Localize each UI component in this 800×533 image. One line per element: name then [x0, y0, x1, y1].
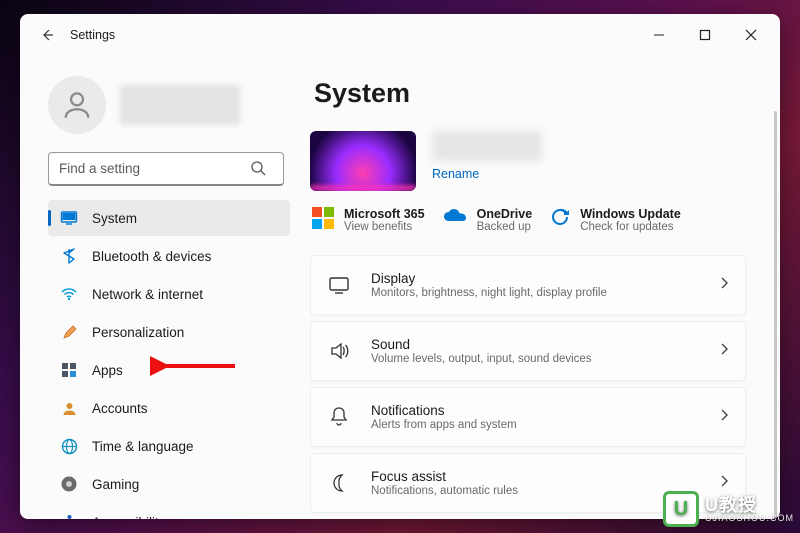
watermark: U教授 UJIAOSHOU.COM	[663, 491, 794, 527]
sidebar-item-label: Bluetooth & devices	[92, 249, 211, 264]
quick-title: Windows Update	[580, 207, 681, 221]
bluetooth-icon	[60, 247, 78, 265]
bell-icon	[325, 406, 353, 428]
sound-icon	[325, 340, 353, 362]
user-avatar	[48, 76, 106, 134]
card-sub: Alerts from apps and system	[371, 419, 701, 431]
sidebar-item-accounts[interactable]: Accounts	[48, 390, 290, 426]
card-title: Notifications	[371, 403, 701, 418]
back-arrow-icon	[39, 27, 55, 43]
chevron-right-icon	[719, 276, 729, 295]
sidebar-item-label: Apps	[92, 363, 123, 378]
card-title: Focus assist	[371, 469, 701, 484]
quick-onedrive[interactable]: OneDriveBacked up	[443, 207, 533, 233]
window-controls	[636, 19, 774, 51]
apps-icon	[60, 361, 78, 379]
search-icon	[250, 160, 266, 181]
card-sub: Notifications, automatic rules	[371, 485, 701, 497]
page-title: System	[314, 78, 746, 109]
quick-sub: Backed up	[477, 221, 533, 233]
chevron-right-icon	[719, 474, 729, 493]
card-sound[interactable]: SoundVolume levels, output, input, sound…	[310, 321, 746, 381]
minimize-icon	[653, 29, 665, 41]
sidebar-item-personalization[interactable]: Personalization	[48, 314, 290, 350]
chevron-right-icon	[719, 342, 729, 361]
sidebar-item-label: System	[92, 211, 137, 226]
quick-microsoft365[interactable]: Microsoft 365View benefits	[312, 207, 425, 233]
scrollbar[interactable]	[774, 111, 777, 519]
globe-icon	[60, 437, 78, 455]
watermark-domain: UJIAOSHOU.COM	[705, 514, 794, 523]
sidebar-item-label: Time & language	[92, 439, 194, 454]
desktop-preview-thumb[interactable]	[310, 131, 416, 191]
accounts-icon	[60, 399, 78, 417]
sidebar-item-system[interactable]: System	[48, 200, 290, 236]
user-row[interactable]	[48, 76, 290, 134]
system-icon	[60, 209, 78, 227]
watermark-logo-icon	[663, 491, 699, 527]
sidebar-item-label: Accounts	[92, 401, 148, 416]
search-input[interactable]	[48, 152, 284, 186]
sidebar-item-label: Personalization	[92, 325, 184, 340]
paintbrush-icon	[60, 323, 78, 341]
search-wrap	[48, 152, 290, 186]
sidebar-item-gaming[interactable]: Gaming	[48, 466, 290, 502]
quick-sub: Check for updates	[580, 221, 681, 233]
moon-icon	[325, 473, 353, 493]
content-area: System Bluetooth & devices Network & int…	[20, 56, 780, 519]
main-panel: System Rename Microsoft 365View benefits	[300, 56, 780, 519]
device-hero: Rename	[310, 131, 746, 191]
minimize-button[interactable]	[636, 19, 682, 51]
close-icon	[745, 29, 757, 41]
sidebar: System Bluetooth & devices Network & int…	[20, 56, 300, 519]
chevron-right-icon	[719, 408, 729, 427]
quick-sub: View benefits	[344, 221, 425, 233]
maximize-icon	[699, 29, 711, 41]
quick-links-row: Microsoft 365View benefits OneDriveBacke…	[312, 207, 746, 233]
sidebar-item-bluetooth[interactable]: Bluetooth & devices	[48, 238, 290, 274]
device-info: Rename	[432, 131, 542, 181]
quick-title: Microsoft 365	[344, 207, 425, 221]
settings-card-list: DisplayMonitors, brightness, night light…	[310, 255, 746, 513]
card-title: Display	[371, 271, 701, 286]
sidebar-item-apps[interactable]: Apps	[48, 352, 290, 388]
sidebar-item-label: Gaming	[92, 477, 139, 492]
window-title: Settings	[70, 28, 115, 42]
close-button[interactable]	[728, 19, 774, 51]
sidebar-item-label: Accessibility	[92, 515, 166, 520]
back-button[interactable]	[30, 18, 64, 52]
sidebar-item-network[interactable]: Network & internet	[48, 276, 290, 312]
watermark-brand: U教授	[705, 496, 794, 514]
sidebar-item-label: Network & internet	[92, 287, 203, 302]
card-sub: Volume levels, output, input, sound devi…	[371, 353, 701, 365]
quick-windows-update[interactable]: Windows UpdateCheck for updates	[550, 207, 681, 233]
titlebar: Settings	[20, 14, 780, 56]
rename-link[interactable]: Rename	[432, 167, 542, 181]
card-sub: Monitors, brightness, night light, displ…	[371, 287, 701, 299]
person-icon	[60, 88, 94, 122]
quick-title: OneDrive	[477, 207, 533, 221]
card-notifications[interactable]: NotificationsAlerts from apps and system	[310, 387, 746, 447]
update-icon	[550, 207, 570, 227]
sidebar-item-accessibility[interactable]: Accessibility	[48, 504, 290, 519]
wifi-icon	[60, 285, 78, 303]
user-name-redacted	[120, 85, 240, 125]
device-name-redacted	[432, 131, 542, 161]
display-icon	[325, 274, 353, 296]
card-display[interactable]: DisplayMonitors, brightness, night light…	[310, 255, 746, 315]
sidebar-item-time-language[interactable]: Time & language	[48, 428, 290, 464]
main-scroll: System Rename Microsoft 365View benefits	[310, 70, 752, 519]
onedrive-icon	[443, 207, 467, 225]
settings-window: Settings System	[20, 14, 780, 519]
nav-list: System Bluetooth & devices Network & int…	[48, 200, 290, 519]
microsoft365-icon	[312, 207, 334, 229]
gaming-icon	[60, 475, 78, 493]
accessibility-icon	[60, 513, 78, 519]
card-title: Sound	[371, 337, 701, 352]
maximize-button[interactable]	[682, 19, 728, 51]
